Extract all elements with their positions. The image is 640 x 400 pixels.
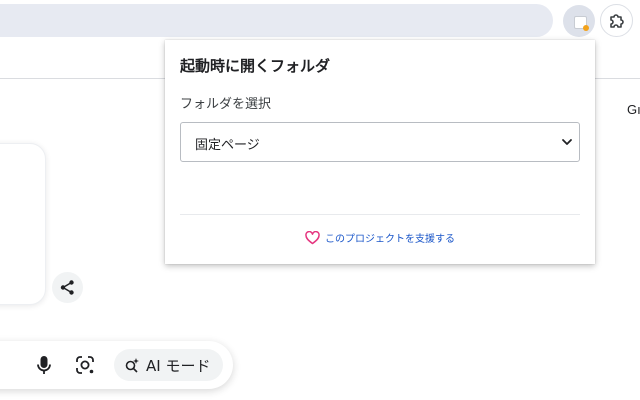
microphone-icon [37,356,51,374]
puzzle-icon [610,14,624,28]
lens-search-button[interactable] [72,352,98,378]
popup-title: 起動時に開くフォルダ [180,57,331,75]
ai-mode-button[interactable]: AI モード [114,349,223,381]
share-icon [60,280,74,295]
voice-search-button[interactable] [32,352,56,378]
support-link-text: このプロジェクトを支援する [325,234,455,245]
sparkle-search-icon [125,358,139,373]
extension-popup: 起動時に開くフォルダ フォルダを選択 固定ページ このプロジェクトを支援する [165,40,595,264]
folder-select-label: フォルダを選択 [180,97,272,112]
heart-icon [305,230,320,244]
page-corner-text: Gı [627,102,640,117]
address-bar[interactable] [0,4,553,37]
result-card[interactable] [0,143,46,305]
folder-select-value: 固定ページ [195,138,260,153]
share-button[interactable] [52,272,83,303]
lens-camera-icon [76,356,94,374]
folder-select[interactable]: 固定ページ [180,122,580,162]
browser-toolbar [0,0,640,40]
extensions-menu-button[interactable] [600,4,633,37]
folder-extension-button[interactable] [563,5,595,37]
popup-divider [180,214,580,215]
support-project-link[interactable]: このプロジェクトを支援する [165,230,595,245]
ai-mode-label: AI モード [146,356,211,375]
chevron-down-icon [562,139,572,145]
folder-extension-icon [574,16,589,31]
